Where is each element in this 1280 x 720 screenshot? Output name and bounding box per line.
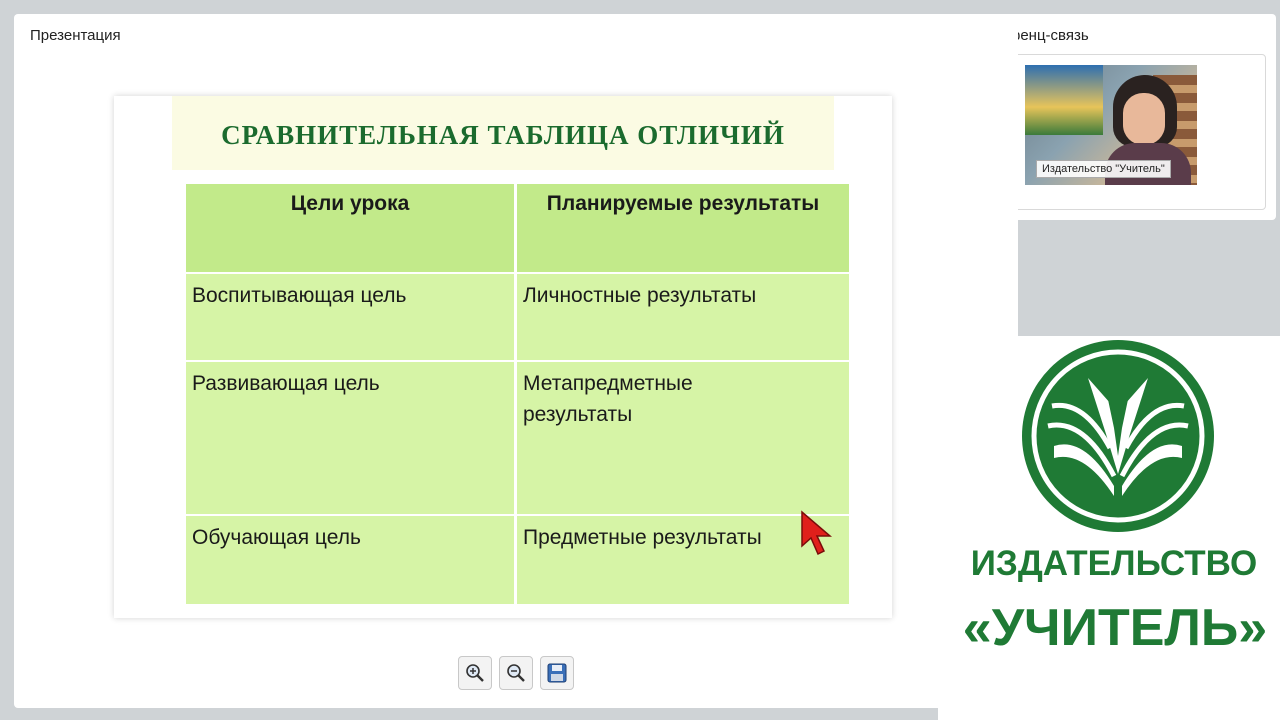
participant-name-label: Издательство "Учитель" — [1036, 160, 1171, 178]
pointer-cursor-icon — [801, 510, 833, 556]
save-button[interactable] — [540, 656, 574, 690]
zoom-in-icon — [466, 664, 484, 682]
table-cell-goal: Воспитывающая цель — [186, 274, 514, 360]
table-cell-result: Личностные результаты — [517, 274, 849, 360]
zoom-out-button[interactable] — [499, 656, 533, 690]
table-cell-result: Метапредметные результаты — [517, 362, 849, 514]
participant-face — [1123, 93, 1165, 145]
save-icon — [547, 663, 567, 683]
table-header-results: Планируемые результаты — [517, 184, 849, 272]
publisher-logo-icon — [1022, 340, 1214, 532]
publisher-name-line2: «УЧИТЕЛЬ» — [962, 599, 1268, 657]
slide-header: СРАВНИТЕЛЬНАЯ ТАБЛИЦА ОТЛИЧИЙ — [172, 96, 834, 170]
background-poster — [1025, 65, 1103, 135]
publisher-name-line1: ИЗДАТЕЛЬСТВО — [970, 544, 1258, 583]
presentation-title: Презентация — [30, 27, 121, 44]
table-cell-goal: Обучающая цель — [186, 516, 514, 604]
slide-heading: СРАВНИТЕЛЬНАЯ ТАБЛИЦА ОТЛИЧИЙ — [221, 120, 785, 150]
slide: СРАВНИТЕЛЬНАЯ ТАБЛИЦА ОТЛИЧИЙ Цели урока… — [172, 96, 849, 604]
table-header-goals: Цели урока — [186, 184, 514, 272]
table-cell-goal: Развивающая цель — [186, 362, 514, 514]
zoom-out-icon — [507, 664, 525, 682]
conference-title: ренц-связь — [1012, 27, 1089, 44]
zoom-in-button[interactable] — [458, 656, 492, 690]
